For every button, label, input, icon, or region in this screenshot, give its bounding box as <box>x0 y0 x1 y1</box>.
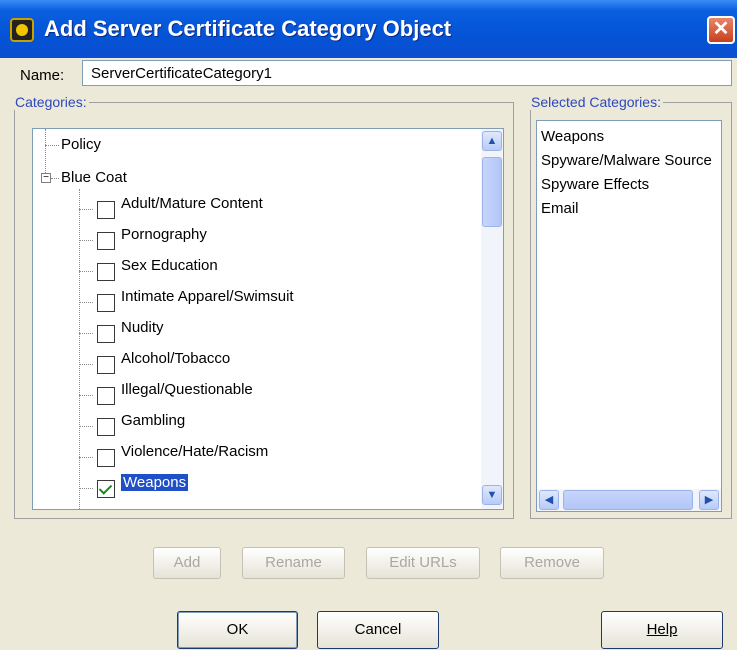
tree-item-gambling[interactable]: Gambling <box>121 408 185 434</box>
checkbox-violence-hate-racism[interactable] <box>97 449 115 467</box>
tree-item-sex-education[interactable]: Sex Education <box>121 253 218 279</box>
close-button[interactable]: ✕ <box>707 16 735 44</box>
tree-item-violence-hate-racism[interactable]: Violence/Hate/Racism <box>121 439 268 465</box>
window-title: Add Server Certificate Category Object <box>44 16 452 41</box>
ok-button[interactable]: OK <box>177 611 298 649</box>
tree-item-pornography[interactable]: Pornography <box>121 222 207 248</box>
scroll-right-icon[interactable]: ▶ <box>699 490 719 510</box>
tree-connector <box>79 333 93 334</box>
tree-connector <box>51 178 59 179</box>
checkbox-weapons[interactable] <box>97 480 115 498</box>
checkbox-pornography[interactable] <box>97 232 115 250</box>
tree-item-weapons[interactable]: Weapons <box>121 470 189 496</box>
tree-connector <box>79 364 93 365</box>
category-tree[interactable]: Policy − Blue Coat Adult/Mature Content … <box>32 128 504 510</box>
checkbox-sex-education[interactable] <box>97 263 115 281</box>
tree-connector <box>79 240 93 241</box>
collapse-icon[interactable]: − <box>41 173 51 183</box>
categories-legend: Categories: <box>15 94 87 110</box>
list-item[interactable]: Spyware/Malware Source <box>541 149 712 173</box>
tree-connector <box>79 426 93 427</box>
cancel-button[interactable]: Cancel <box>317 611 439 649</box>
tree-item-nudity[interactable]: Nudity <box>121 315 164 341</box>
edit-urls-button[interactable]: Edit URLs <box>366 547 480 579</box>
scroll-thumb[interactable] <box>563 490 693 510</box>
name-label: Name: <box>20 67 65 84</box>
selected-categories-list[interactable]: Weapons Spyware/Malware Source Spyware E… <box>536 120 722 512</box>
tree-connector <box>45 145 59 146</box>
add-button[interactable]: Add <box>153 547 221 579</box>
title-bar: Add Server Certificate Category Object ✕ <box>0 0 737 58</box>
scroll-up-icon[interactable]: ▲ <box>482 131 502 151</box>
tree-connector <box>79 271 93 272</box>
rename-button[interactable]: Rename <box>242 547 345 579</box>
checkbox-adult-mature-content[interactable] <box>97 201 115 219</box>
selected-categories-legend: Selected Categories: <box>531 94 661 110</box>
tree-connector <box>79 457 93 458</box>
checkbox-gambling[interactable] <box>97 418 115 436</box>
list-item[interactable]: Weapons <box>541 125 604 149</box>
tree-item-illegal-questionable[interactable]: Illegal/Questionable <box>121 377 253 403</box>
list-horizontal-scrollbar[interactable]: ◀ ▶ <box>537 489 721 511</box>
help-button[interactable]: Help <box>601 611 723 649</box>
scroll-thumb[interactable] <box>482 157 502 227</box>
list-item[interactable]: Spyware Effects <box>541 173 649 197</box>
checkbox-intimate-apparel-swimsuit[interactable] <box>97 294 115 312</box>
tree-item-intimate-apparel-swimsuit[interactable]: Intimate Apparel/Swimsuit <box>121 284 294 310</box>
checkbox-nudity[interactable] <box>97 325 115 343</box>
checkbox-alcohol-tobacco[interactable] <box>97 356 115 374</box>
list-item[interactable]: Email <box>541 197 579 221</box>
scroll-left-icon[interactable]: ◀ <box>539 490 559 510</box>
tree-connector <box>79 395 93 396</box>
name-input[interactable]: ServerCertificateCategory1 <box>82 60 732 86</box>
tree-item-policy[interactable]: Policy <box>61 132 101 158</box>
tree-item-weapons-label: Weapons <box>121 474 189 491</box>
remove-button[interactable]: Remove <box>500 547 604 579</box>
app-icon <box>10 18 34 42</box>
tree-connector <box>79 488 93 489</box>
tree-item-adult-mature-content[interactable]: Adult/Mature Content <box>121 191 263 217</box>
tree-connector <box>79 189 80 509</box>
tree-item-blue-coat[interactable]: Blue Coat <box>61 165 127 191</box>
tree-connector <box>79 302 93 303</box>
checkbox-illegal-questionable[interactable] <box>97 387 115 405</box>
scroll-down-icon[interactable]: ▼ <box>482 485 502 505</box>
tree-connector <box>79 209 93 210</box>
tree-vertical-scrollbar[interactable]: ▲ ▼ <box>481 129 503 509</box>
tree-item-alcohol-tobacco[interactable]: Alcohol/Tobacco <box>121 346 230 372</box>
